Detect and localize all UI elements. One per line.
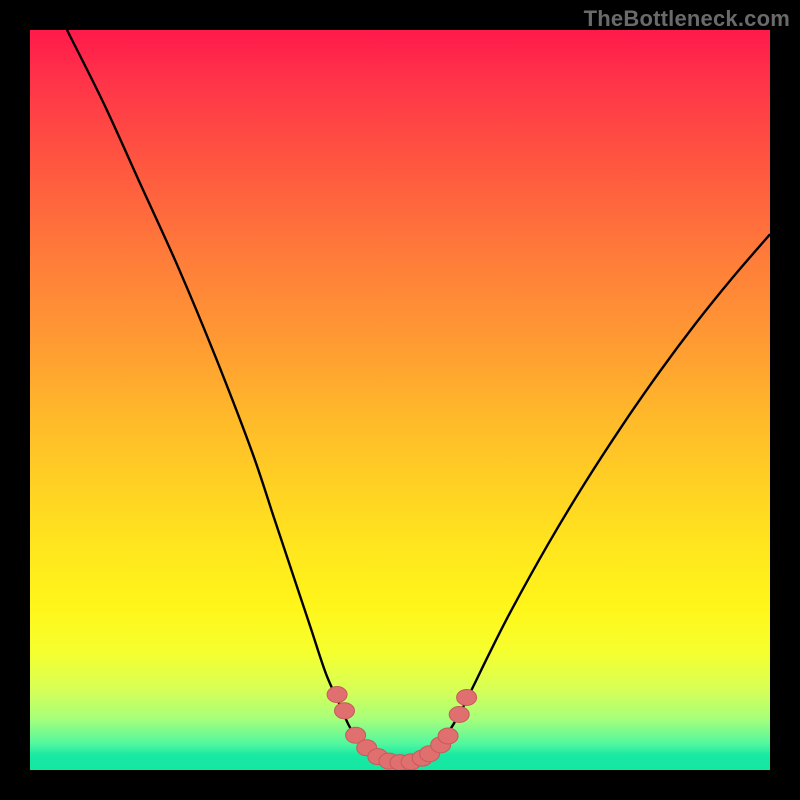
curve-svg (30, 30, 770, 770)
curve-marker (449, 707, 469, 723)
curve-marker (327, 687, 347, 703)
plot-area (30, 30, 770, 770)
chart-frame: TheBottleneck.com (0, 0, 800, 800)
curve-marker (335, 703, 355, 719)
bottleneck-curve (67, 30, 770, 763)
curve-marker (457, 689, 477, 705)
curve-marker (438, 728, 458, 744)
watermark-text: TheBottleneck.com (584, 6, 790, 32)
